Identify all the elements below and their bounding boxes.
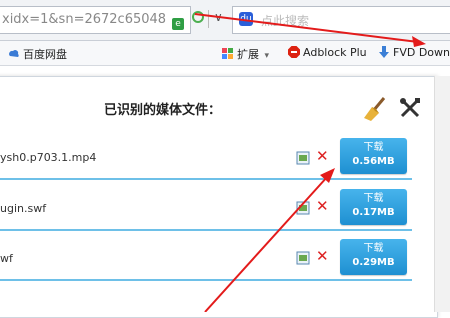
file-name: ysh0.p703.1.mp4 [0,151,97,164]
delete-icon[interactable]: ✕ [316,149,329,164]
tools-icon[interactable] [398,96,422,124]
adblock-icon [288,46,300,58]
download-button[interactable]: 下载 0.56MB [340,138,407,174]
broom-icon[interactable] [362,96,388,126]
download-label: 下载 [363,142,384,153]
compat-mode-icon[interactable]: e [172,18,184,30]
search-input[interactable]: du 点此搜索 [232,6,450,34]
chevron-down-icon: ▾ [264,51,270,61]
download-label: 下载 [363,193,384,204]
delete-icon[interactable]: ✕ [316,249,329,264]
refresh-icon[interactable] [192,11,204,23]
scrollbar[interactable] [434,76,450,312]
cloud-icon [8,48,20,60]
url-text: xidx=1&sn=2672c65048 [2,12,167,27]
media-file-icon[interactable] [296,250,310,265]
search-placeholder: 点此搜索 [261,14,310,28]
row-divider [0,229,412,231]
fvd-button[interactable]: FVD Down [378,46,450,59]
favorite-label: 百度网盘 [23,48,67,61]
file-size: 0.56MB [352,156,395,167]
address-bar: xidx=1&sn=2672c65048 e ∨ du 点此搜索 [0,0,450,41]
download-label: 下载 [363,243,384,254]
extensions-button[interactable]: 扩展 ▾ [222,46,269,62]
adblock-label: Adblock Plu [303,46,367,59]
media-file-icon[interactable] [296,200,310,215]
adblock-button[interactable]: Adblock Plu [288,46,367,59]
chevron-down-icon[interactable]: ∨ [214,10,223,24]
row-divider [0,178,412,180]
divider [208,10,209,28]
download-button[interactable]: 下载 0.29MB [340,239,407,275]
row-divider [0,279,412,281]
file-name: wf [0,252,13,265]
extensions-label: 扩展 [237,48,259,61]
fvd-label: FVD Down [393,46,450,59]
favorites-bar: 百度网盘 扩展 ▾ Adblock Plu FVD Down [0,41,450,66]
media-file-icon[interactable] [296,150,310,165]
download-button[interactable]: 下载 0.17MB [340,189,407,225]
download-arrow-icon [378,46,390,58]
favorite-baidu-pan[interactable]: 百度网盘 [8,46,67,62]
file-size: 0.17MB [352,207,395,218]
file-name: ugin.swf [0,202,47,215]
file-size: 0.29MB [352,257,395,268]
url-input[interactable]: xidx=1&sn=2672c65048 e [0,6,191,34]
popup-title: 已识别的媒体文件： [104,103,222,118]
baidu-paw-icon: du [239,12,253,26]
delete-icon[interactable]: ✕ [316,199,329,214]
puzzle-icon [222,48,234,60]
